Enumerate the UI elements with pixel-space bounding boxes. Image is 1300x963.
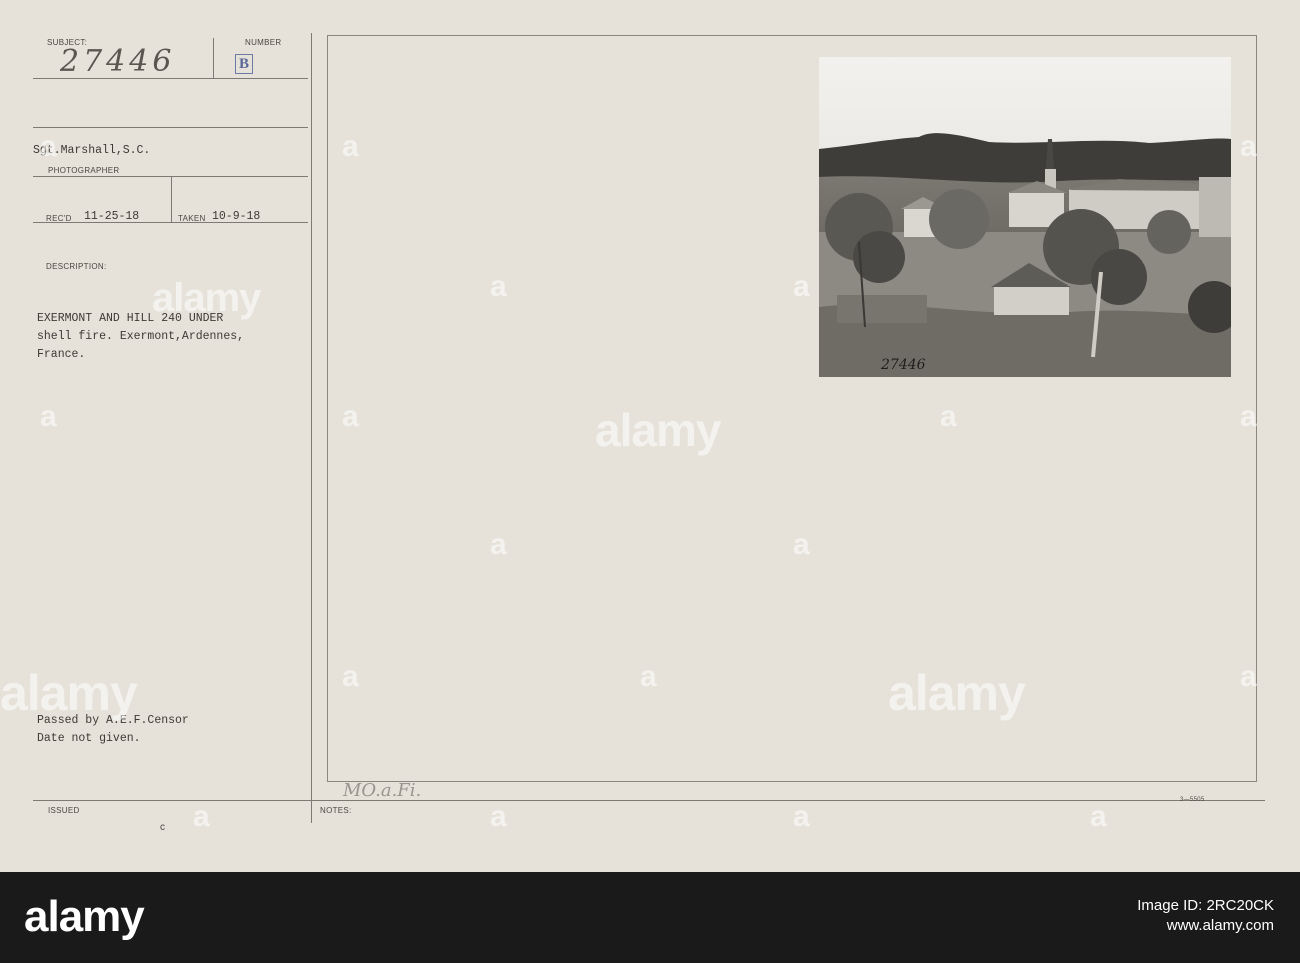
watermark-letter: a [940,400,957,433]
number-stamp: B [235,54,253,74]
watermark-letter: a [793,270,810,303]
description-label: DESCRIPTION: [46,262,107,271]
watermark-letter: a [1240,400,1257,433]
image-id-label: Image ID: [1137,897,1203,914]
image-id: 2RC20CK [1206,897,1274,914]
column-divider [311,33,312,823]
watermark-letter: a [640,660,657,693]
description-line-3: France. [37,348,86,361]
rule-subject [33,78,308,79]
subject-value: 27446 [60,44,176,79]
alamy-logo: alamy [24,892,145,941]
photo-number: 27446 [880,357,926,373]
watermark-letter: a [342,130,359,163]
rule-bottom [33,800,1265,801]
rule-dates [33,222,308,223]
watermark-letter: a [40,130,57,163]
image-info: Image ID: 2RC20CK www.alamy.com [1137,896,1274,936]
watermark-letter: a [490,800,507,833]
watermark-letter: a [1090,800,1107,833]
photographer-label: PHOTOGRAPHER [48,166,120,175]
watermark-letter: a [342,660,359,693]
watermark-letter: a [793,528,810,561]
watermark-letter: a [490,528,507,561]
watermark: alamy [0,665,138,721]
watermark-letter: a [193,800,210,833]
notes-value: MO.a.Fi. [343,780,422,801]
issued-value: c [160,822,166,833]
watermark: alamy [152,276,261,320]
stock-footer: alamy Image ID: 2RC20CK www.alamy.com [0,872,1300,963]
rule-top-photographer [33,127,308,128]
form-number: 3—5505 [1180,797,1205,803]
notes-label: NOTES: [320,806,352,815]
issued-label: ISSUED [48,806,80,815]
dates-divider [171,176,172,222]
description-line-2: shell fire. Exermont,Ardennes, [37,330,245,343]
mounted-photograph: 27446 [819,57,1231,377]
subject-divider [213,38,214,78]
number-label: NUMBER [245,38,282,47]
watermark-letter: a [40,400,57,433]
site-url[interactable]: www.alamy.com [1137,916,1274,936]
watermark-letter: a [490,270,507,303]
watermark: alamy [888,665,1026,721]
censor-line-2: Date not given. [37,732,141,745]
watermark: alamy [595,404,721,456]
watermark-letter: a [342,400,359,433]
watermark-letter: a [793,800,810,833]
archive-card: SUBJECT: 27446 NUMBER B Sgt.Marshall,S.C… [0,0,1300,872]
watermark-letter: a [1240,130,1257,163]
watermark-letter: a [1240,660,1257,693]
